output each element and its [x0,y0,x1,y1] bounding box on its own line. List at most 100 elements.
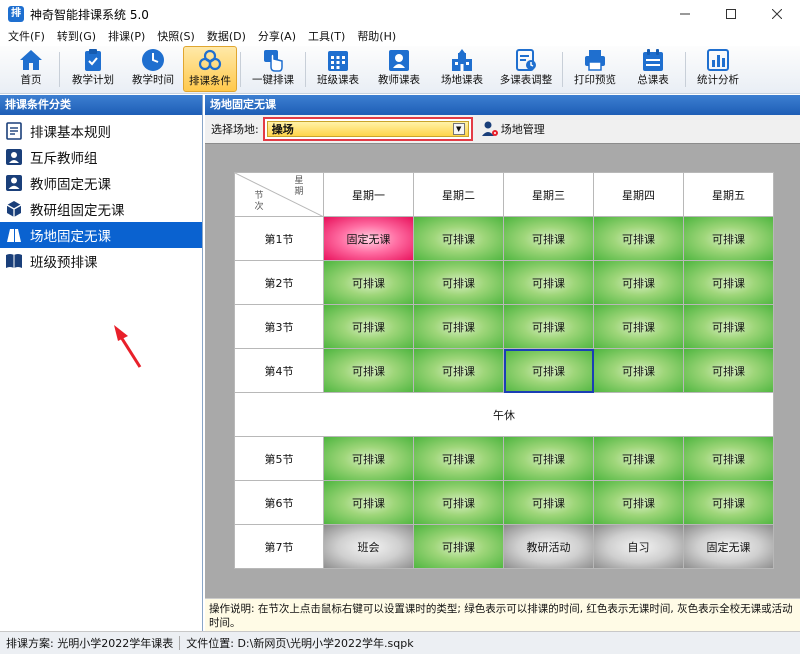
schedule-cell[interactable]: 固定无课 [683,524,774,569]
clock-icon [141,48,165,72]
category-venue-fixed-off[interactable]: 场地固定无课 [0,222,202,248]
schedule-cell[interactable]: 可排课 [683,480,774,525]
menu-schedule[interactable]: 排课(P) [102,28,151,46]
teacher-icon [4,173,24,193]
schedule-cell[interactable]: 可排课 [683,304,774,349]
schedule-cell[interactable]: 可排课 [323,304,414,349]
toolbar-home-button[interactable]: 首页 [6,46,56,92]
schedule-cell[interactable]: 可排课 [503,480,594,525]
schedule-cell[interactable]: 自习 [593,524,684,569]
minimize-button[interactable] [662,0,708,28]
printer-icon [583,48,607,72]
table-row: 第3节 可排课 可排课 可排课 可排课 可排课 [234,304,774,349]
schedule-cell[interactable]: 可排课 [323,480,414,525]
schedule-cell[interactable]: 可排课 [593,480,684,525]
menu-help[interactable]: 帮助(H) [351,28,402,46]
period-label[interactable]: 第5节 [234,436,324,481]
toolbar-conditions-button[interactable]: 排课条件 [183,46,237,92]
toolbar-separator [685,52,686,87]
period-label[interactable]: 第1节 [234,216,324,261]
toolbar-print-preview-button[interactable]: 打印预览 [566,46,624,92]
schedule-cell[interactable]: 可排课 [593,348,684,393]
menu-file[interactable]: 文件(F) [0,28,51,46]
period-label[interactable]: 第6节 [234,480,324,525]
schedule-cell[interactable]: 班会 [323,524,414,569]
venue-schedule-table: 星期 节次 星期一 星期二 星期三 星期四 星期五 第1节 固定无课 可排课 可排课可… [234,172,774,569]
status-file-path: 文件位置: D:\新网页\光明小学2022学年.sqpk [186,637,414,650]
category-teacher-fixed-off[interactable]: 教师固定无课 [0,170,202,196]
venue-management-button[interactable]: 场地管理 [481,120,545,138]
schedule-cell[interactable]: 固定无课 [323,216,414,261]
schedule-cell[interactable]: 可排课 [323,260,414,305]
schedule-cell[interactable]: 可排课 [413,304,504,349]
period-label[interactable]: 第4节 [234,348,324,393]
close-button[interactable] [754,0,800,28]
red-arrow-annotation [114,325,142,368]
period-label[interactable]: 第7节 [234,524,324,569]
menu-snapshot[interactable]: 快照(S) [151,28,201,46]
teacher-schedule-icon [387,48,411,72]
home-icon [19,48,43,72]
category-basic-rules[interactable]: 排课基本规则 [0,118,202,144]
toolbar-teaching-plan-button[interactable]: 教学计划 [63,46,123,92]
toolbar-auto-schedule-button[interactable]: 一键排课 [244,46,302,92]
master-schedule-icon [641,48,665,72]
menu-share[interactable]: 分享(A) [252,28,302,46]
table-row: 第6节 可排课 可排课 可排课 可排课 可排课 [234,480,774,525]
calendar-grid-icon [326,48,350,72]
day-header-tue: 星期二 [413,172,504,217]
toolbar-separator [562,52,563,87]
title-bar: 排 神奇智能排课系统 5.0 [0,0,800,28]
toolbar-multi-adjust-button[interactable]: 多课表调整 [493,46,559,92]
schedule-cell[interactable]: 可排课 [593,436,684,481]
schedule-cell[interactable]: 可排课 [323,348,414,393]
schedule-cell[interactable]: 可排课 [503,260,594,305]
schedule-cell[interactable]: 可排课 [413,348,504,393]
menu-goto[interactable]: 转到(G) [51,28,102,46]
venue-manage-icon [481,120,499,138]
schedule-cell[interactable]: 可排课 [593,304,684,349]
category-class-prearrange[interactable]: 班级预排课 [0,248,202,274]
schedule-cell[interactable]: 可排课 [503,436,594,481]
status-plan: 排课方案: 光明小学2022学年课表 [6,637,174,650]
app-logo-icon: 排 [8,6,24,22]
toolbar-master-schedule-button[interactable]: 总课表 [624,46,682,92]
schedule-cell[interactable]: 可排课 [413,436,504,481]
schedule-cell[interactable]: 可排课 [413,260,504,305]
schedule-cell[interactable]: 可排课 [503,216,594,261]
schedule-cell[interactable]: 可排课 [683,260,774,305]
schedule-cell[interactable]: 可排课 [413,216,504,261]
toolbar-statistics-button[interactable]: 统计分析 [689,46,747,92]
toolbar-teacher-schedule-button[interactable]: 教师课表 [367,46,431,92]
toolbar-venue-schedule-button[interactable]: 场地课表 [431,46,493,92]
venue-select[interactable]: 操场 ▼ [266,121,469,137]
maximize-button[interactable] [708,0,754,28]
schedule-cell[interactable]: 可排课 [593,260,684,305]
toolbar-class-schedule-button[interactable]: 班级课表 [309,46,367,92]
schedule-cell[interactable]: 可排课 [503,304,594,349]
period-label[interactable]: 第3节 [234,304,324,349]
cube-icon [4,199,24,219]
venue-fixed-off-panel: 场地固定无课 选择场地: 操场 ▼ 场地管理 星期 节次 星期一 星期二 星期三… [205,95,800,631]
category-exclusive-teachers[interactable]: 互斥教师组 [0,144,202,170]
day-header-wed: 星期三 [503,172,594,217]
schedule-cell[interactable]: 可排课 [683,348,774,393]
schedule-cell[interactable]: 可排课 [683,216,774,261]
menu-data[interactable]: 数据(D) [201,28,252,46]
select-venue-label: 选择场地: [211,123,259,136]
day-header-mon: 星期一 [323,172,414,217]
period-label[interactable]: 第2节 [234,260,324,305]
schedule-cell[interactable]: 可排课 [323,436,414,481]
category-research-group-fixed-off[interactable]: 教研组固定无课 [0,196,202,222]
toolbar-teaching-time-button[interactable]: 教学时间 [123,46,183,92]
venue-fixed-off-header: 场地固定无课 [205,95,800,115]
menu-tools[interactable]: 工具(T) [302,28,351,46]
schedule-cell[interactable]: 可排课 [413,480,504,525]
schedule-cell[interactable]: 可排课 [503,348,594,393]
corner-diagonal [235,173,323,216]
table-row: 第4节 可排课 可排课 可排课 可排课 可排课 [234,348,774,393]
schedule-cell[interactable]: 可排课 [683,436,774,481]
schedule-cell[interactable]: 可排课 [413,524,504,569]
schedule-cell[interactable]: 可排课 [593,216,684,261]
schedule-cell[interactable]: 教研活动 [503,524,594,569]
